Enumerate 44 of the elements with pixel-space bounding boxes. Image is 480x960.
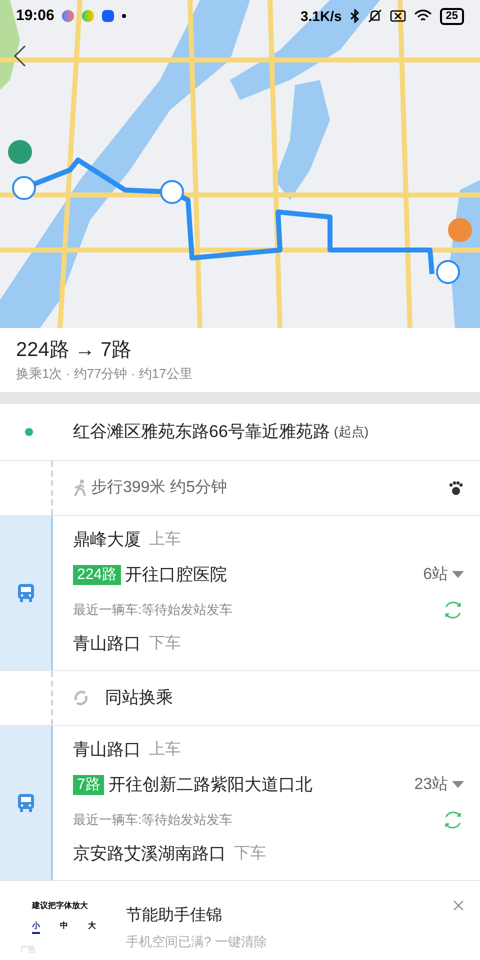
alighting-stop: 京安路艾溪湖南路口	[73, 843, 226, 866]
transfer-label: 同站换乘	[105, 687, 173, 710]
font-size-option: 小	[32, 920, 40, 934]
alighting-label: 下车	[149, 634, 181, 654]
walk-info: 步行399米 约5分钟	[91, 478, 228, 498]
alighting-stop: 青山路口	[73, 633, 141, 656]
line-direction: 开往创新二路紫阳大道口北	[108, 774, 312, 796]
boarding-stop: 青山路口	[73, 739, 141, 762]
line-direction: 开往口腔医院	[125, 564, 228, 586]
footprint-icon[interactable]	[448, 480, 464, 496]
ad-title: 节能助手佳锦	[126, 906, 223, 926]
bus-icon	[16, 583, 34, 603]
walking-person-icon	[73, 479, 87, 497]
font-size-option: 大	[88, 920, 96, 934]
next-bus-info: 最近一辆车:等待始发站发车	[73, 601, 233, 620]
start-address: 红谷滩区雅苑东路66号靠近雅苑路	[73, 421, 330, 444]
close-icon[interactable]	[453, 900, 464, 911]
next-bus-info: 最近一辆车:等待始发站发车	[73, 811, 233, 830]
font-size-option: 中	[60, 920, 68, 934]
caret-icon	[452, 781, 464, 789]
route-summary: 换乘1次 · 约77分钟 · 约17公里	[16, 365, 194, 383]
sim-icon	[390, 10, 406, 22]
boarding-stop: 鼎峰大厦	[73, 529, 141, 552]
start-tag: (起点)	[334, 422, 369, 442]
bus-icon	[16, 793, 34, 813]
thumbnail-caption: 建议把字体放大	[32, 900, 89, 912]
battery-indicator: 25	[440, 8, 464, 24]
stops-toggle[interactable]: 6站	[423, 563, 464, 587]
line-badge: 224路	[73, 565, 122, 585]
route-title: 224路 → 7路	[16, 338, 133, 363]
bluetooth-icon	[350, 9, 360, 23]
boarding-label: 上车	[149, 530, 181, 550]
alighting-label: 下车	[234, 844, 266, 864]
wifi-icon	[414, 9, 432, 23]
back-icon[interactable]	[12, 44, 28, 68]
caret-icon	[452, 571, 464, 579]
line-badge: 7路	[73, 775, 104, 795]
boarding-label: 上车	[149, 740, 181, 760]
ad-subtitle: 手机空间已满? 一键清除	[126, 933, 267, 951]
bell-off-icon	[368, 9, 382, 23]
network-speed: 3.1K/s	[300, 6, 342, 26]
status-time: 19:06	[16, 6, 54, 26]
transfer-icon	[73, 690, 89, 706]
stops-toggle[interactable]: 23站	[414, 773, 464, 797]
